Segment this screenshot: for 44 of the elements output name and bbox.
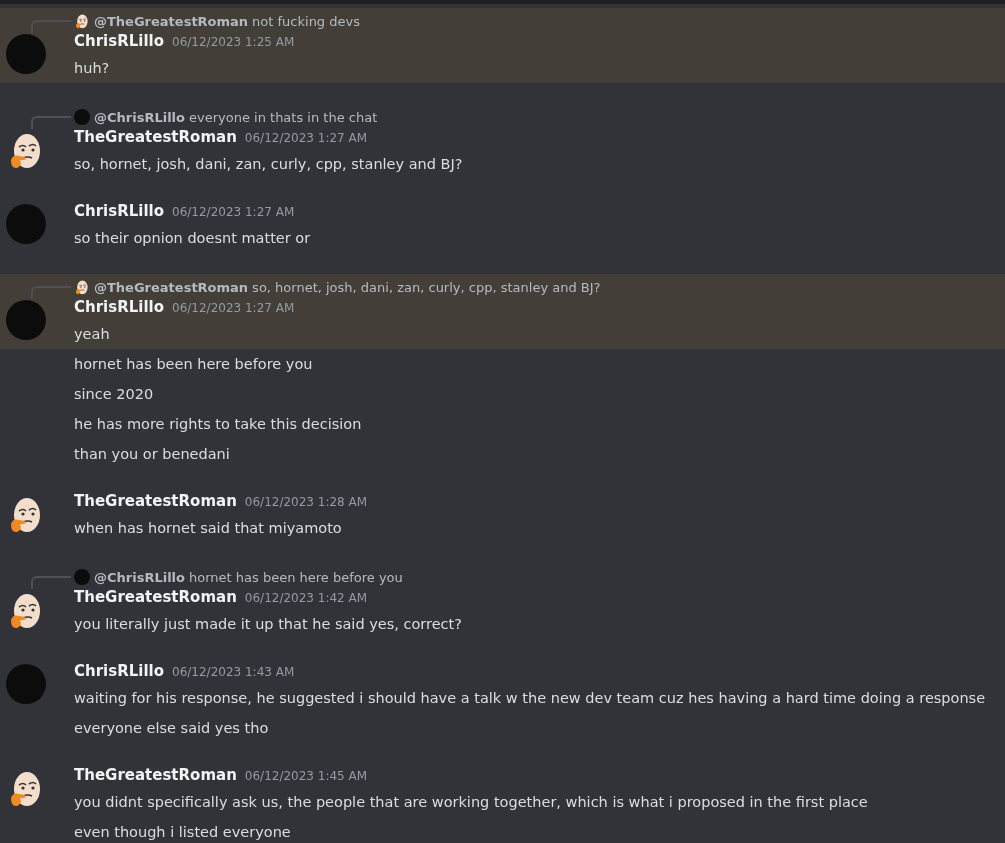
message-text: since 2020 — [74, 385, 155, 404]
reply-preview: not fucking devs — [252, 13, 360, 29]
reply-preview: hornet has been here before you — [189, 569, 403, 585]
message-text: yeah — [74, 325, 111, 344]
reply-preview: so, hornet, josh, dani, zan, curly, cpp, stanley and BJ? — [252, 279, 601, 295]
message-text: than you or benedani — [74, 445, 231, 464]
reply-connector — [31, 286, 71, 299]
message-text: so, hornet, josh, dani, zan, curly, cpp, stanley and BJ? — [74, 155, 464, 174]
message-text: you literally just made it up that he said yes, correct? — [74, 615, 463, 634]
timestamp: 06/12/2023 1:42 AM — [244, 591, 368, 605]
message-text: when has hornet said that miyamoto — [74, 519, 343, 538]
reply-preview: everyone in thats in the chat — [189, 109, 378, 125]
username[interactable]: ChrisRLillo — [74, 662, 164, 680]
username[interactable]: TheGreatestRoman — [74, 588, 237, 606]
timestamp: 06/12/2023 1:27 AM — [244, 131, 368, 145]
username[interactable]: TheGreatestRoman — [74, 492, 237, 510]
reply-author[interactable]: @ChrisRLillo — [94, 109, 185, 125]
thinking-egg-avatar-icon[interactable] — [74, 279, 90, 295]
message-text: he has more rights to take this decision — [74, 415, 363, 434]
reply-author[interactable]: @ChrisRLillo — [94, 569, 185, 585]
timestamp: 06/12/2023 1:27 AM — [172, 205, 295, 219]
timestamp: 06/12/2023 1:43 AM — [172, 665, 295, 679]
message-text: huh? — [74, 59, 111, 78]
reply-connector — [31, 116, 71, 129]
username[interactable]: TheGreatestRoman — [74, 128, 237, 146]
reply-author[interactable]: @TheGreatestRoman — [94, 13, 249, 29]
timestamp: 06/12/2023 1:25 AM — [172, 35, 295, 49]
username[interactable]: ChrisRLillo — [74, 32, 164, 50]
username[interactable]: TheGreatestRoman — [74, 766, 237, 784]
message-text: even though i listed everyone — [74, 823, 292, 842]
thinking-egg-avatar-icon[interactable] — [74, 13, 90, 29]
timestamp: 06/12/2023 1:28 AM — [244, 495, 368, 509]
message-text: waiting for his response, he suggested i should have a talk w the new dev team cuz hes having a hard time doing a response — [74, 689, 987, 708]
message-text: hornet has been here before you — [74, 355, 314, 374]
timestamp: 06/12/2023 1:27 AM — [172, 301, 295, 315]
message-text: you didnt specifically ask us, the people that are working together, which is what i proposed in the first place — [74, 793, 869, 812]
timestamp: 06/12/2023 1:45 AM — [244, 769, 368, 783]
username[interactable]: ChrisRLillo — [74, 202, 164, 220]
reply-author[interactable]: @TheGreatestRoman — [94, 279, 249, 295]
reply-connector — [31, 576, 71, 589]
message-text: everyone else said yes tho — [74, 719, 270, 738]
message-text: so their opnion doesnt matter or — [74, 229, 312, 248]
username[interactable]: ChrisRLillo — [74, 298, 164, 316]
reply-connector — [31, 20, 71, 33]
